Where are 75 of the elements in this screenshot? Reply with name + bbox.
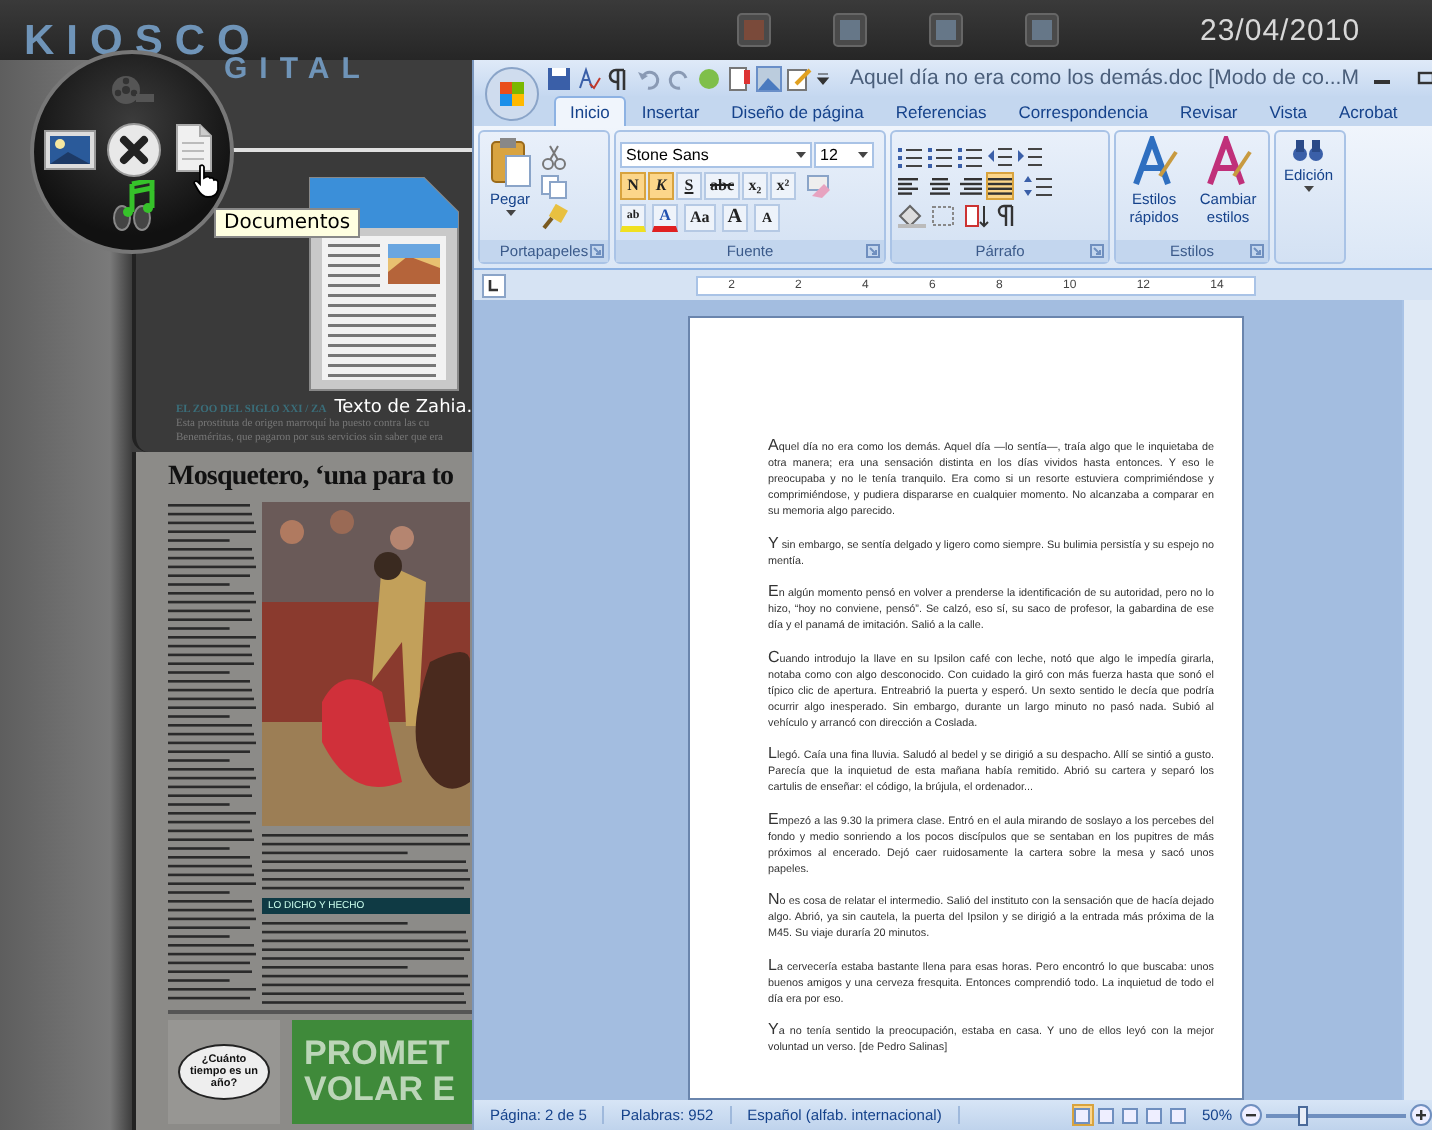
case-button[interactable]: Aa bbox=[684, 203, 716, 231]
caret-icon bbox=[858, 151, 868, 157]
cut-icon[interactable] bbox=[540, 143, 568, 169]
image-icon[interactable] bbox=[44, 130, 96, 170]
copy-icon[interactable] bbox=[540, 173, 568, 199]
zoom-in-icon[interactable] bbox=[1410, 1104, 1432, 1126]
format-painter-icon[interactable] bbox=[540, 203, 568, 229]
view-button[interactable] bbox=[1095, 1104, 1118, 1126]
bullet-list-icon[interactable] bbox=[896, 144, 924, 168]
format-button[interactable]: N bbox=[620, 171, 646, 199]
ribbon-tab[interactable]: Insertar bbox=[625, 96, 716, 126]
numbered-list-icon[interactable] bbox=[926, 144, 954, 168]
ribbon-tab[interactable]: Diseño de página bbox=[715, 96, 880, 126]
headline: Mosquetero, ‘una para to bbox=[168, 460, 454, 496]
align-icon bbox=[928, 176, 952, 196]
format-button[interactable]: x₂ bbox=[742, 171, 768, 199]
ribbon-tab[interactable]: Acrobat bbox=[1323, 96, 1414, 126]
styles-icon bbox=[1130, 136, 1179, 188]
picture-icon[interactable] bbox=[756, 65, 782, 91]
increase-indent-icon[interactable] bbox=[1016, 144, 1044, 168]
save-icon[interactable] bbox=[546, 65, 572, 91]
clipboard-icon bbox=[488, 136, 532, 188]
format-button[interactable]: S bbox=[676, 171, 702, 199]
ribbon-tab[interactable]: Inicio bbox=[554, 96, 626, 126]
hand-cursor-icon bbox=[192, 164, 220, 198]
ribbon-tab[interactable]: Revisar bbox=[1163, 96, 1254, 126]
ad-text: PROMET bbox=[304, 1036, 452, 1072]
styles-icon bbox=[1204, 136, 1253, 188]
ribbon-tab[interactable]: Referencias bbox=[879, 96, 1003, 126]
view-button[interactable] bbox=[1167, 1104, 1190, 1126]
maximize-icon[interactable] bbox=[1412, 68, 1432, 88]
format-button[interactable]: K bbox=[648, 171, 674, 199]
date-label: 23/04/2010 bbox=[1200, 13, 1361, 47]
view-button[interactable] bbox=[1071, 1104, 1094, 1126]
caret-icon bbox=[796, 151, 806, 157]
caret-icon bbox=[505, 210, 515, 216]
spelling-icon[interactable] bbox=[576, 65, 602, 91]
align-button[interactable] bbox=[896, 172, 924, 200]
ribbon-tab[interactable]: Correspondencia bbox=[1002, 96, 1164, 126]
align-icon bbox=[988, 176, 1012, 196]
format-button[interactable]: x² bbox=[770, 171, 796, 199]
logo-text: GITAL bbox=[224, 54, 372, 84]
close-icon[interactable] bbox=[106, 122, 162, 178]
line-spacing-icon[interactable] bbox=[1022, 174, 1054, 198]
tooltip: Documentos bbox=[214, 208, 361, 238]
edit-icon[interactable] bbox=[786, 65, 812, 91]
zoom-out-icon[interactable] bbox=[1240, 1104, 1262, 1126]
zoom-slider-thumb[interactable] bbox=[1297, 1105, 1307, 1125]
music-icon[interactable] bbox=[110, 180, 158, 232]
align-icon bbox=[958, 176, 982, 196]
format-button[interactable]: abc bbox=[704, 171, 740, 199]
binoculars-icon bbox=[1292, 136, 1325, 164]
document-icon[interactable] bbox=[176, 124, 212, 172]
align-icon bbox=[898, 176, 922, 196]
align-button[interactable] bbox=[956, 172, 984, 200]
multilevel-list-icon[interactable] bbox=[956, 144, 984, 168]
ribbon-tab[interactable]: Vista bbox=[1253, 96, 1323, 126]
font-color-button[interactable]: A bbox=[652, 203, 678, 231]
decrease-indent-icon[interactable] bbox=[986, 144, 1014, 168]
dropdown-icon[interactable] bbox=[816, 70, 830, 86]
view-button[interactable] bbox=[1119, 1104, 1142, 1126]
align-button[interactable] bbox=[986, 172, 1014, 200]
window-title: Aquel día no era como los demás.doc [Modo de co...M bbox=[850, 66, 1359, 90]
font-name-field[interactable]: Stone Sans bbox=[620, 141, 812, 167]
align-button[interactable] bbox=[926, 172, 954, 200]
tab-selector-icon[interactable] bbox=[482, 273, 506, 297]
font-size-field[interactable]: 12 bbox=[814, 141, 874, 167]
shading-icon[interactable] bbox=[896, 204, 928, 228]
grow-button[interactable]: A bbox=[721, 203, 749, 231]
scrollbar[interactable] bbox=[1402, 300, 1432, 1100]
document-caption: Texto de Zahia. bbox=[334, 398, 472, 418]
caret-icon bbox=[1303, 186, 1314, 192]
sort-icon[interactable] bbox=[964, 204, 992, 228]
view-button[interactable] bbox=[1143, 1104, 1166, 1126]
ad-text: VOLAR E bbox=[304, 1072, 458, 1108]
